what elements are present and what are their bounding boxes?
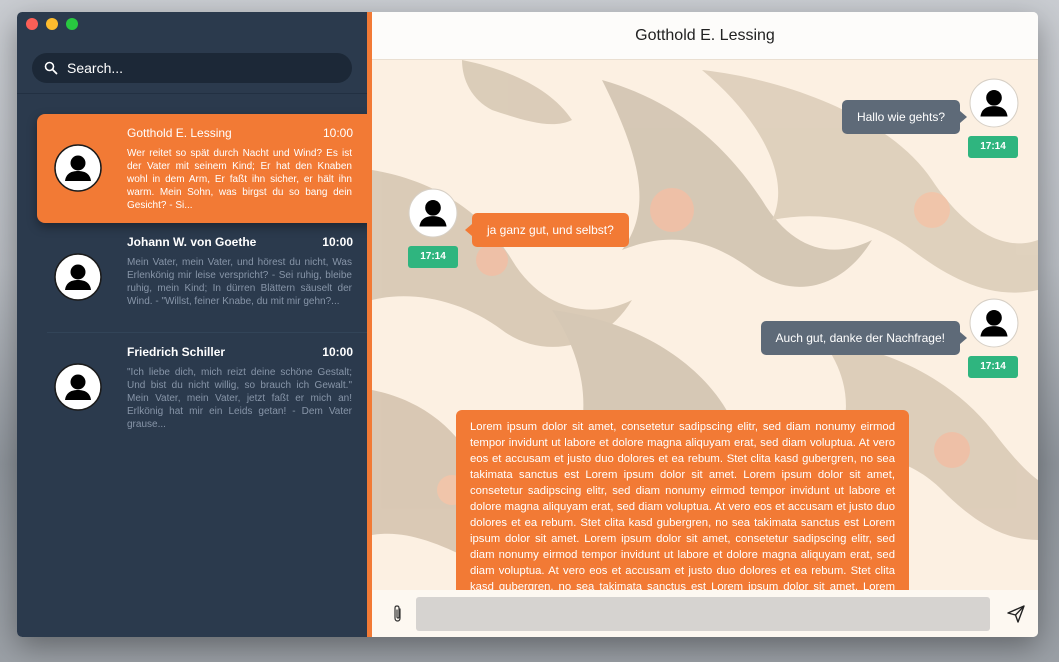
search-input[interactable]: [67, 60, 327, 76]
conversation-time: 10:00: [322, 235, 353, 249]
avatar: [408, 188, 458, 238]
conversation-item-schiller[interactable]: Friedrich Schiller 10:00 "Ich liebe dich…: [37, 333, 372, 442]
conversation-name: Gotthold E. Lessing: [127, 126, 232, 140]
sidebar: Gotthold E. Lessing 10:00 Wer reitet so …: [17, 12, 372, 637]
message-time-badge: 17:14: [408, 246, 458, 268]
chat-header: Gotthold E. Lessing: [372, 12, 1038, 60]
avatar: [54, 363, 102, 411]
conversation-time: 10:00: [322, 345, 353, 359]
message-bubble-incoming: ja ganz gut, und selbst?: [465, 213, 629, 247]
message-bubble-outgoing: Auch gut, danke der Nachfrage!: [760, 321, 968, 355]
chat-title: Gotthold E. Lessing: [635, 26, 775, 44]
paperclip-icon[interactable]: [390, 604, 406, 624]
conversation-preview: Wer reitet so spät durch Nacht und Wind?…: [127, 148, 352, 211]
divider: [17, 93, 367, 94]
conversation-preview: "Ich liebe dich, mich reizt deine schöne…: [127, 367, 352, 430]
message-input[interactable]: [416, 597, 990, 631]
avatar: [54, 253, 102, 301]
avatar: [969, 298, 1019, 348]
conversation-preview: Mein Vater, mein Vater, und hörest du ni…: [127, 257, 352, 307]
message-composer: [372, 590, 1038, 637]
conversation-time: 10:00: [322, 126, 353, 140]
avatar: [969, 78, 1019, 128]
message-bubble-incoming-long: Lorem ipsum dolor sit amet, consetetur s…: [456, 410, 909, 590]
window-controls: [26, 18, 78, 30]
message-bubble-outgoing: Hallo wie gehts?: [841, 100, 968, 134]
search-icon: [44, 61, 58, 75]
message-time-badge: 17:14: [968, 356, 1018, 378]
avatar: [54, 144, 102, 192]
zoom-window-button[interactable]: [66, 18, 78, 30]
conversation-item-lessing[interactable]: Gotthold E. Lessing 10:00 Wer reitet so …: [37, 114, 372, 223]
close-window-button[interactable]: [26, 18, 38, 30]
minimize-window-button[interactable]: [46, 18, 58, 30]
send-icon[interactable]: [1006, 604, 1026, 624]
chat-window: Gotthold E. Lessing 10:00 Wer reitet so …: [17, 12, 1038, 637]
search-bar[interactable]: [32, 53, 352, 83]
conversation-item-goethe[interactable]: Johann W. von Goethe 10:00 Mein Vater, m…: [37, 223, 372, 332]
message-time-badge: 17:14: [968, 136, 1018, 158]
message-area[interactable]: Hallo wie gehts? 17:14 ja ganz gut, und …: [372, 60, 1038, 590]
conversation-name: Friedrich Schiller: [127, 345, 226, 359]
conversation-name: Johann W. von Goethe: [127, 235, 257, 249]
